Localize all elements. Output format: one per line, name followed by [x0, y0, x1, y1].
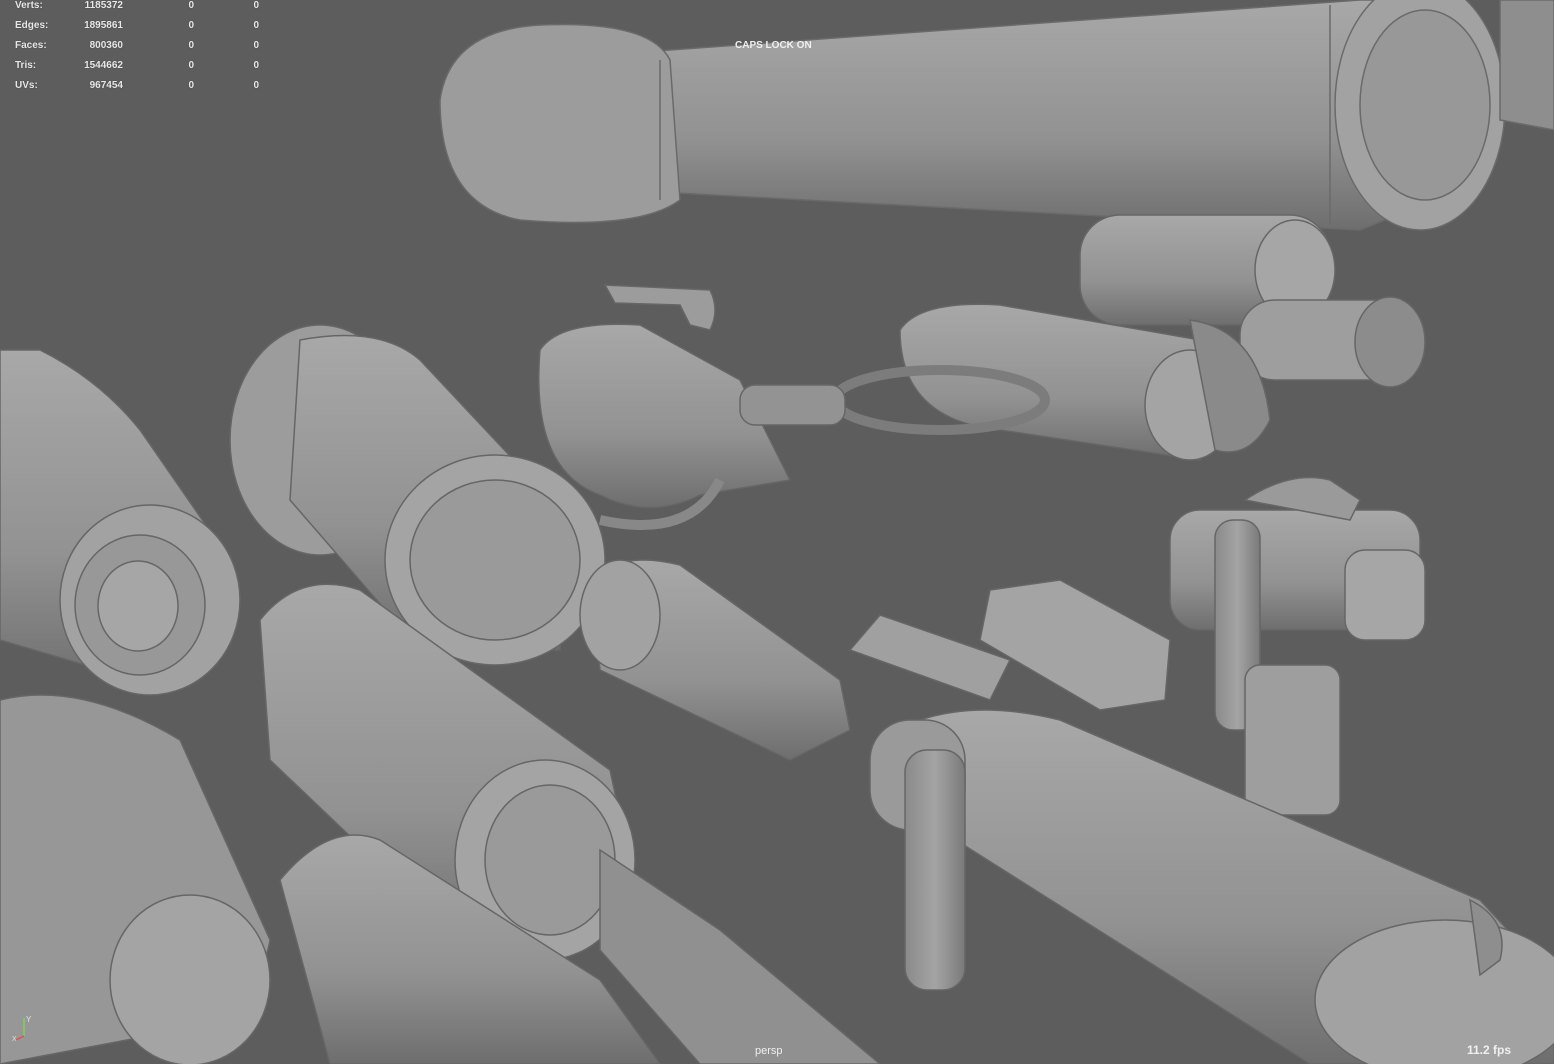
mesh-lamp-with-handle [1169, 476, 1426, 816]
camera-name-label: persp [755, 1045, 783, 1057]
stat-value: 1895861 [84, 20, 123, 31]
viewport-persp[interactable]: Verts: 1185372 0 0 Edges: 1895861 0 0 Fa… [0, 0, 1554, 1064]
stat-label: Verts: [15, 0, 43, 11]
stat-row-verts: Verts: 1185372 0 0 [0, 0, 270, 14]
stat-value: 0 [188, 40, 194, 51]
view-axis-gizmo-icon: Y X [12, 1015, 32, 1042]
stat-label: UVs: [15, 80, 38, 91]
stat-value: 0 [253, 40, 259, 51]
stat-value: 967454 [89, 80, 123, 91]
stat-label: Edges: [15, 20, 49, 31]
stat-value: 0 [188, 60, 194, 71]
stat-row-uvs: UVs: 967454 0 0 [0, 80, 270, 94]
stat-value: 1544662 [84, 60, 123, 71]
mesh-long-scope [439, 0, 1506, 231]
axis-y-label: Y [26, 1015, 32, 1024]
mesh-launcher-tube [869, 709, 1554, 1064]
axis-x-label: X [12, 1036, 17, 1042]
mesh-scope-top-right [1499, 0, 1554, 131]
mesh-grip-light [538, 284, 846, 530]
stat-value: 800360 [89, 40, 123, 51]
fps-counter: 11.2 fps [1467, 1043, 1512, 1057]
axis-x-line [15, 1035, 25, 1041]
stat-row-edges: Edges: 1895861 0 0 [0, 20, 270, 34]
stat-value: 0 [188, 80, 194, 91]
stat-value: 0 [188, 20, 194, 31]
mesh-small-parts [848, 579, 1171, 711]
stat-label: Faces: [15, 40, 47, 51]
stat-value: 0 [188, 0, 194, 11]
mesh-mid-torch [579, 559, 851, 761]
viewport-scene[interactable] [0, 0, 1554, 1064]
mesh-handheld-light [830, 214, 1426, 461]
stat-value: 0 [253, 20, 259, 31]
stat-value: 0 [253, 0, 259, 11]
stat-row-tris: Tris: 1544662 0 0 [0, 60, 270, 74]
mesh-left-torch [0, 349, 271, 1064]
stat-value: 1185372 [84, 0, 123, 11]
stat-value: 0 [253, 80, 259, 91]
caps-lock-indicator: CAPS LOCK ON [735, 40, 812, 51]
stat-label: Tris: [15, 60, 37, 71]
stat-row-faces: Faces: 800360 0 0 [0, 40, 270, 54]
stat-value: 0 [253, 60, 259, 71]
